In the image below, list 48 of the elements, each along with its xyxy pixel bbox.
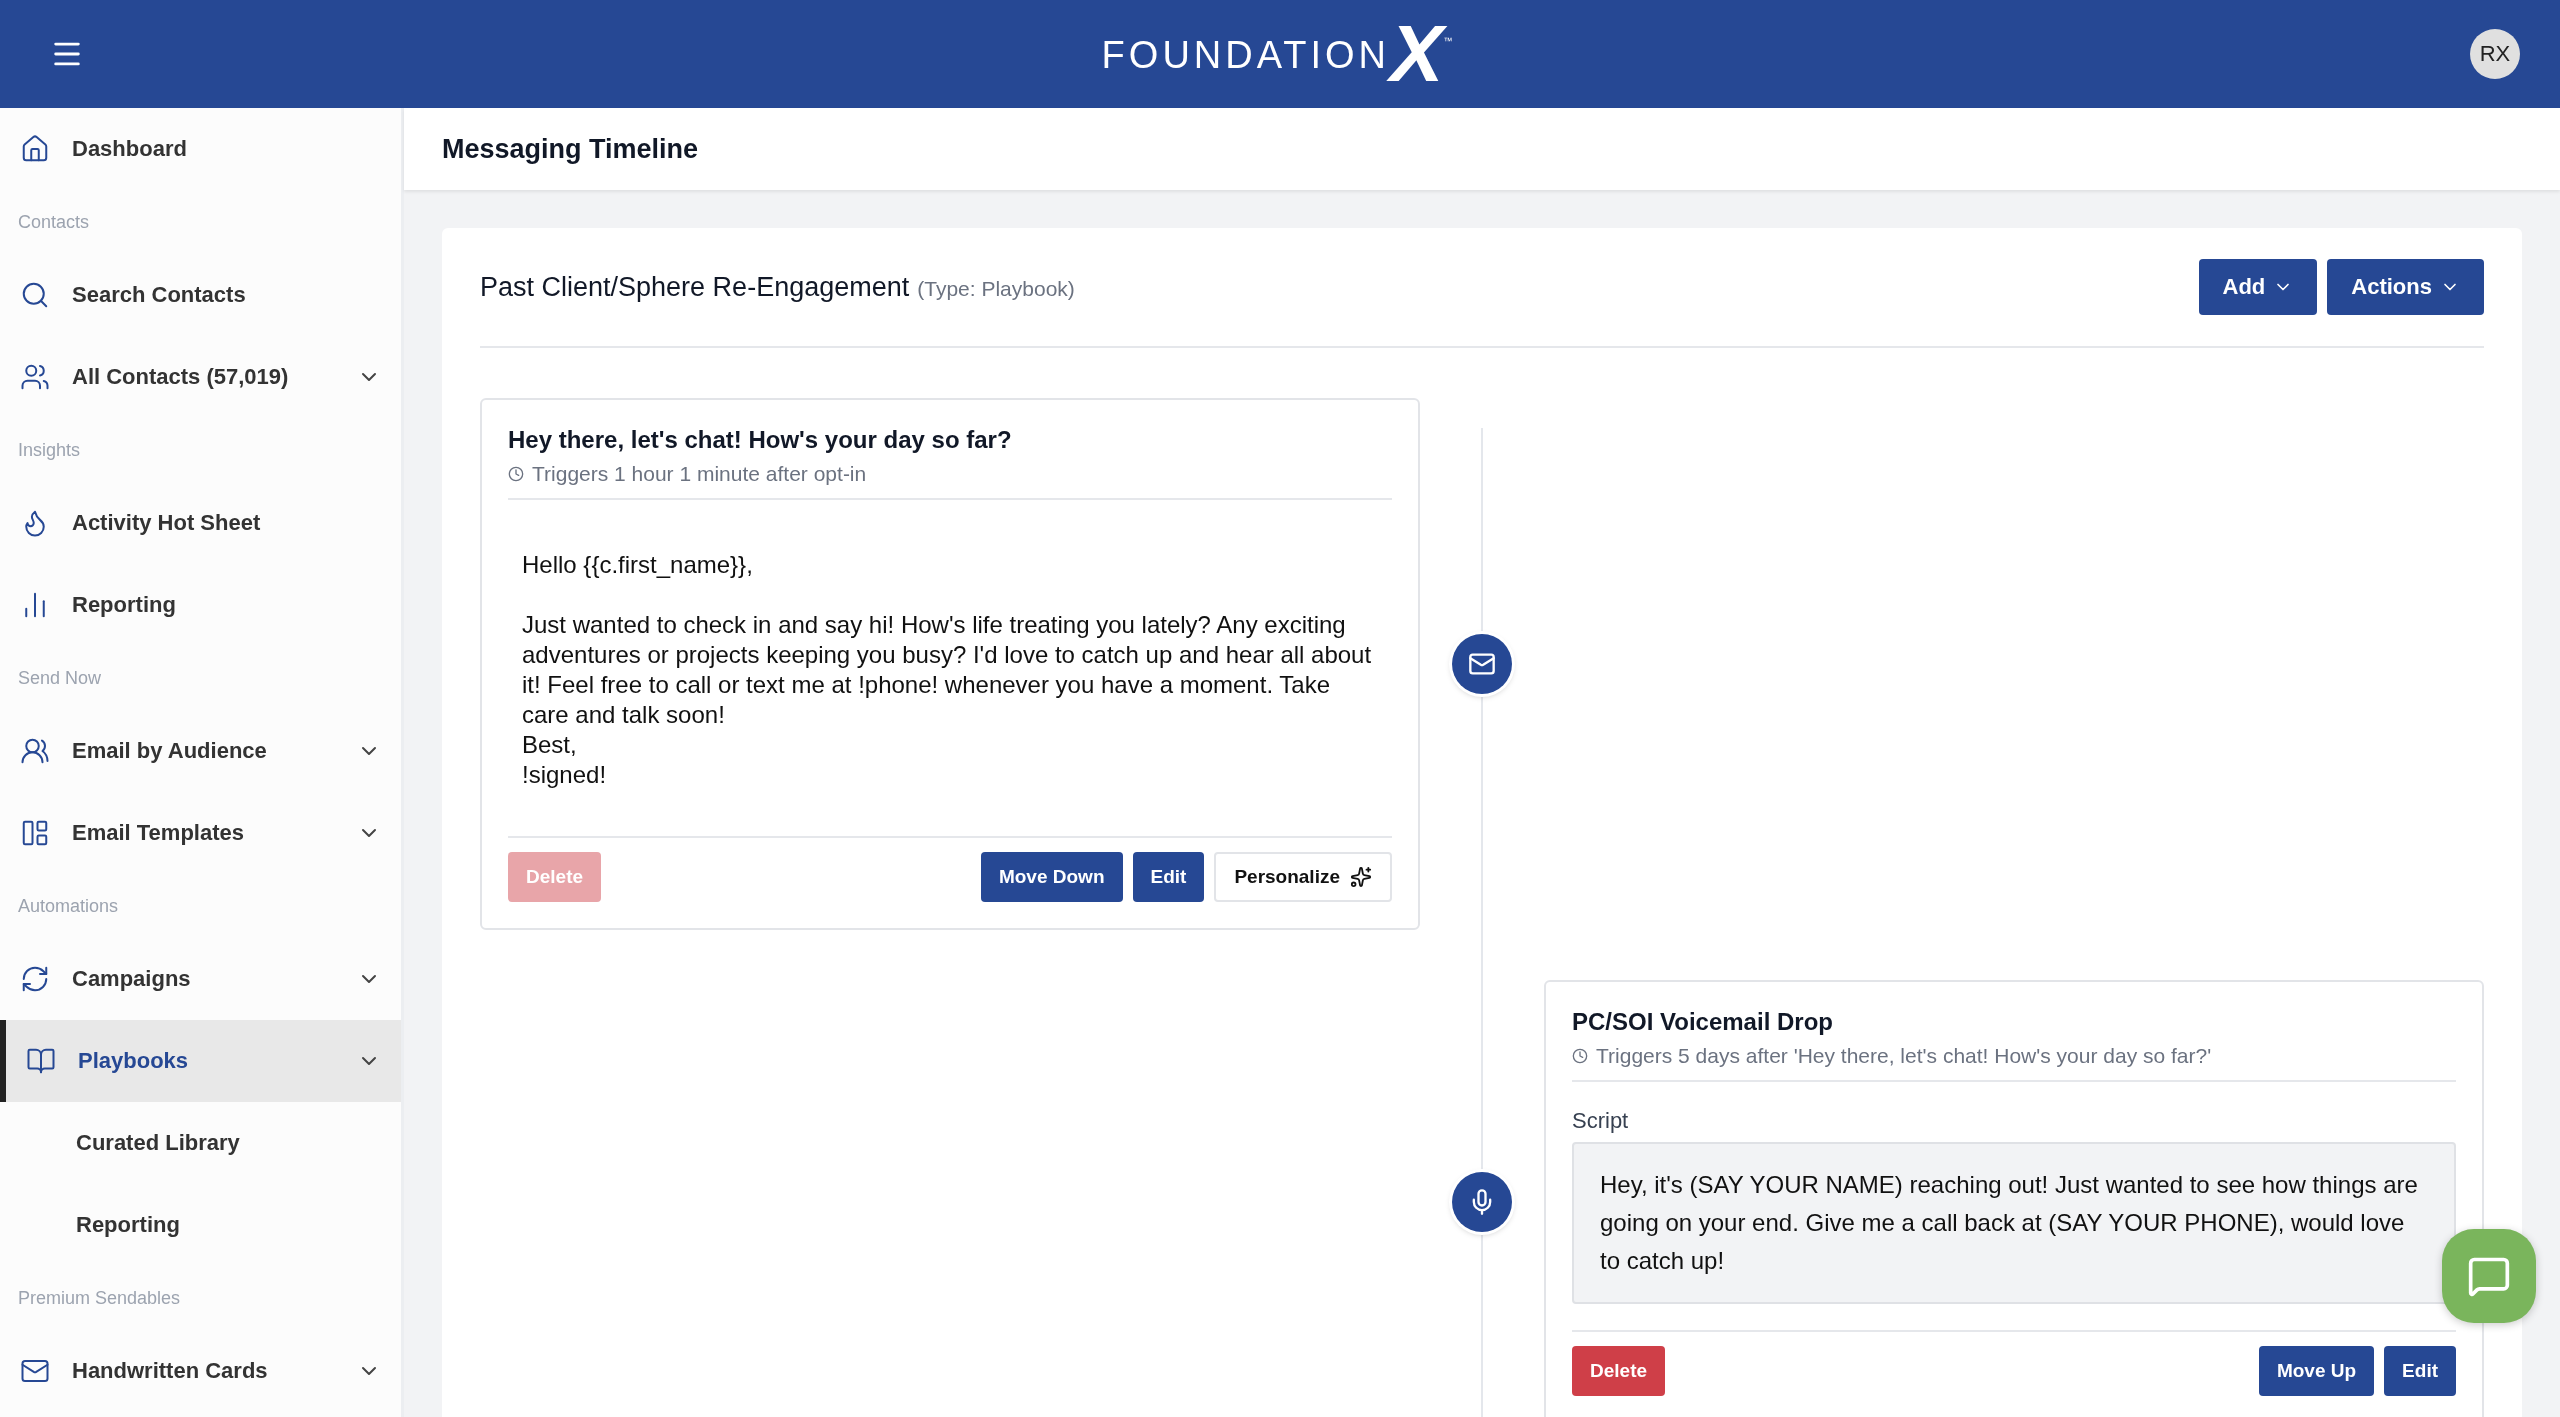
page-title: Messaging Timeline: [442, 133, 699, 165]
sparkles-icon: [1350, 866, 1372, 888]
trademark: ™: [1443, 36, 1453, 46]
sidebar-section-label: Insights: [17, 438, 82, 462]
clock-icon: [508, 466, 524, 482]
sidebar-item[interactable]: Email by Audience: [0, 710, 401, 792]
script-label: Script: [1572, 1108, 1630, 1134]
sidebar-section-label: Send Now: [17, 666, 103, 690]
sidebar-item[interactable]: Email Templates: [0, 792, 401, 874]
sidebar-subitem[interactable]: Reporting: [0, 1184, 401, 1266]
sidebar-item[interactable]: Campaigns: [0, 938, 401, 1020]
sidebar-item[interactable]: Search Contacts: [0, 254, 401, 336]
action-button[interactable]: Edit: [1132, 852, 1205, 902]
step-title: Hey there, let's chat! How's your day so far?: [508, 426, 1013, 454]
action-button[interactable]: Move Up: [2258, 1346, 2375, 1396]
nav-icon: [20, 134, 50, 164]
nav-icon: [20, 964, 50, 994]
trigger-text: Triggers 1 hour 1 minute after opt-in: [532, 462, 867, 486]
trigger-text: Triggers 5 days after 'Hey there, let's chat! How's your day so far?': [1596, 1044, 2212, 1068]
nav-icon: [26, 1046, 56, 1076]
dropdown-button[interactable]: Add: [2198, 259, 2318, 315]
email-body: Hello {{c.first_name}}, Just wanted to check in and say hi! How's life treating you lately? Any exciting adventures or projects keeping you busy? I'd love to catch up and hear all about it! Feel free to call or text me at !phone! whenever you have a moment. Take care and talk soon! Best, !signed!: [521, 550, 1373, 790]
logo-word: FOUNDATION: [1101, 34, 1390, 76]
personalize-button[interactable]: Personalize: [1214, 852, 1392, 902]
nav-icon: [20, 818, 50, 848]
playbook-title: Past Client/Sphere Re-Engagement: [480, 271, 910, 303]
script-box: Hey, it's (SAY YOUR NAME) reaching out! Just wanted to see how things are going on your end. Give me a call back at (SAY YOUR PHONE), would love to catch up!: [1572, 1142, 2456, 1304]
sidebar-item[interactable]: Activity Hot Sheet: [0, 482, 401, 564]
sidebar-section-label: Contacts: [17, 210, 91, 234]
action-button[interactable]: Edit: [2384, 1346, 2456, 1396]
clock-icon: [1572, 1048, 1588, 1064]
dropdown-button[interactable]: Actions: [2327, 259, 2484, 315]
nav-icon: [20, 280, 50, 310]
action-button[interactable]: Move Down: [980, 852, 1123, 902]
nav-icon: [20, 736, 50, 766]
sidebar-subitem[interactable]: Curated Library: [0, 1102, 401, 1184]
sidebar-item[interactable]: Playbooks: [0, 1020, 401, 1102]
sidebar-item[interactable]: Reporting: [0, 564, 401, 646]
sidebar-section-label: Automations: [17, 894, 120, 918]
user-avatar[interactable]: RX: [2470, 29, 2520, 79]
sidebar-item[interactable]: Handwritten Cards: [0, 1330, 401, 1412]
sidebar-item[interactable]: Dashboard: [0, 108, 401, 190]
delete-button[interactable]: Delete: [1572, 1346, 1666, 1396]
step-title: PC/SOI Voicemail Drop: [1572, 1008, 1834, 1036]
sidebar-section-label: Premium Sendables: [17, 1286, 182, 1310]
nav-icon: [20, 362, 50, 392]
type-note: (Type: Playbook): [917, 276, 1075, 301]
sidebar-item[interactable]: All Contacts (57,019): [0, 336, 401, 418]
